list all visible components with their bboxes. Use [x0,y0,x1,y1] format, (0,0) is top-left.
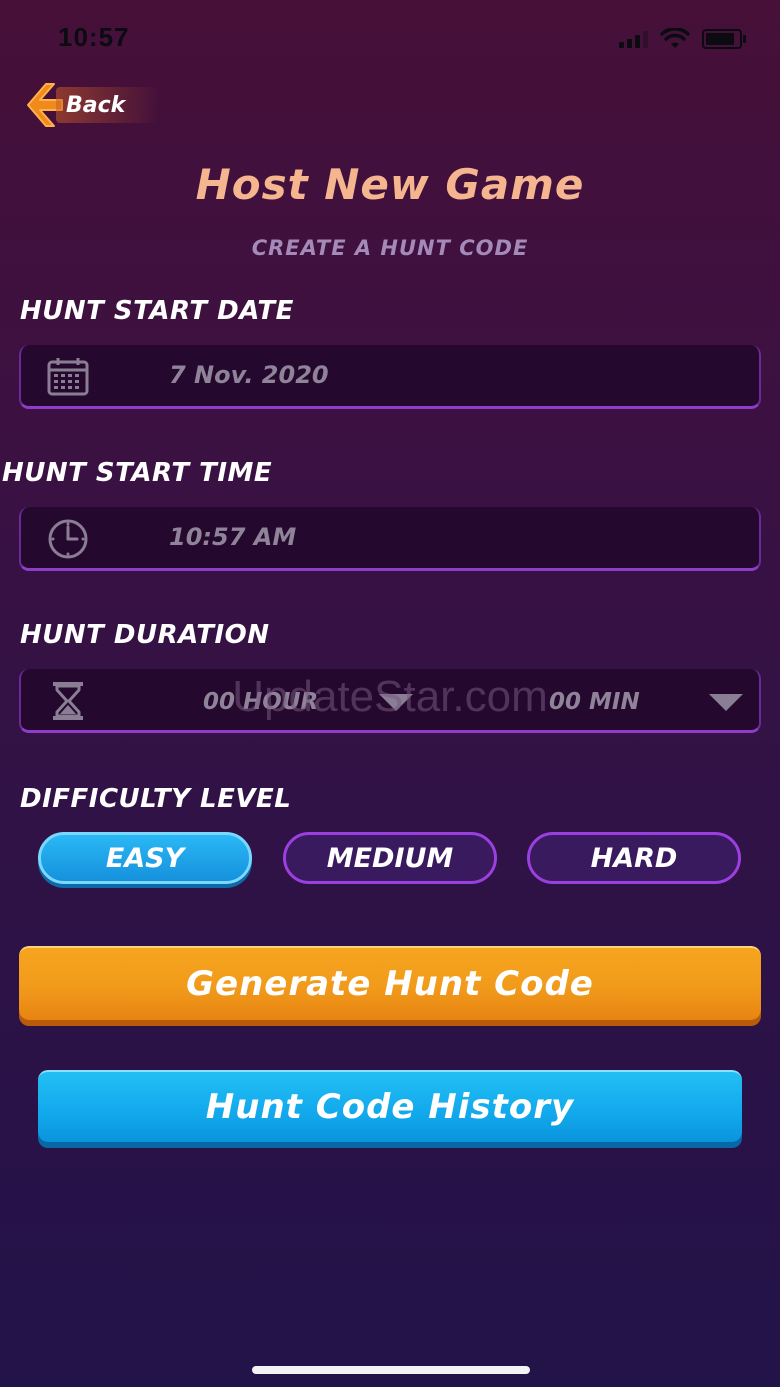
wifi-icon [660,28,690,48]
start-time-field[interactable]: 10:57 AM [19,507,761,571]
status-time: 10:57 [58,22,130,52]
calendar-icon [47,358,89,396]
start-time-label: HUNT START TIME [2,458,273,488]
generate-hunt-code-button[interactable]: Generate Hunt Code [19,946,761,1020]
hunt-code-history-button[interactable]: Hunt Code History [38,1070,742,1142]
clock-icon [48,519,88,559]
page-title: Host New Game [195,160,585,209]
home-indicator[interactable] [252,1366,530,1374]
difficulty-medium-button[interactable]: MEDIUM [283,832,497,884]
start-date-label: HUNT START DATE [20,296,294,326]
start-date-value: 7 Nov. 2020 [169,361,329,389]
battery-icon [702,29,746,49]
status-icons [619,26,746,52]
watermark: UpdateStar.com [232,672,548,721]
duration-label: HUNT DURATION [20,620,270,650]
difficulty-label: DIFFICULTY LEVEL [20,784,292,814]
difficulty-hard-button[interactable]: HARD [527,832,741,884]
start-time-value: 10:57 AM [169,523,297,551]
difficulty-easy-button[interactable]: EASY [38,832,252,884]
signal-icon [619,30,648,48]
back-label: Back [66,92,126,118]
page-subtitle: CREATE A HUNT CODE [251,236,529,260]
start-date-field[interactable]: 7 Nov. 2020 [19,345,761,409]
back-button[interactable]: Back [24,80,164,130]
